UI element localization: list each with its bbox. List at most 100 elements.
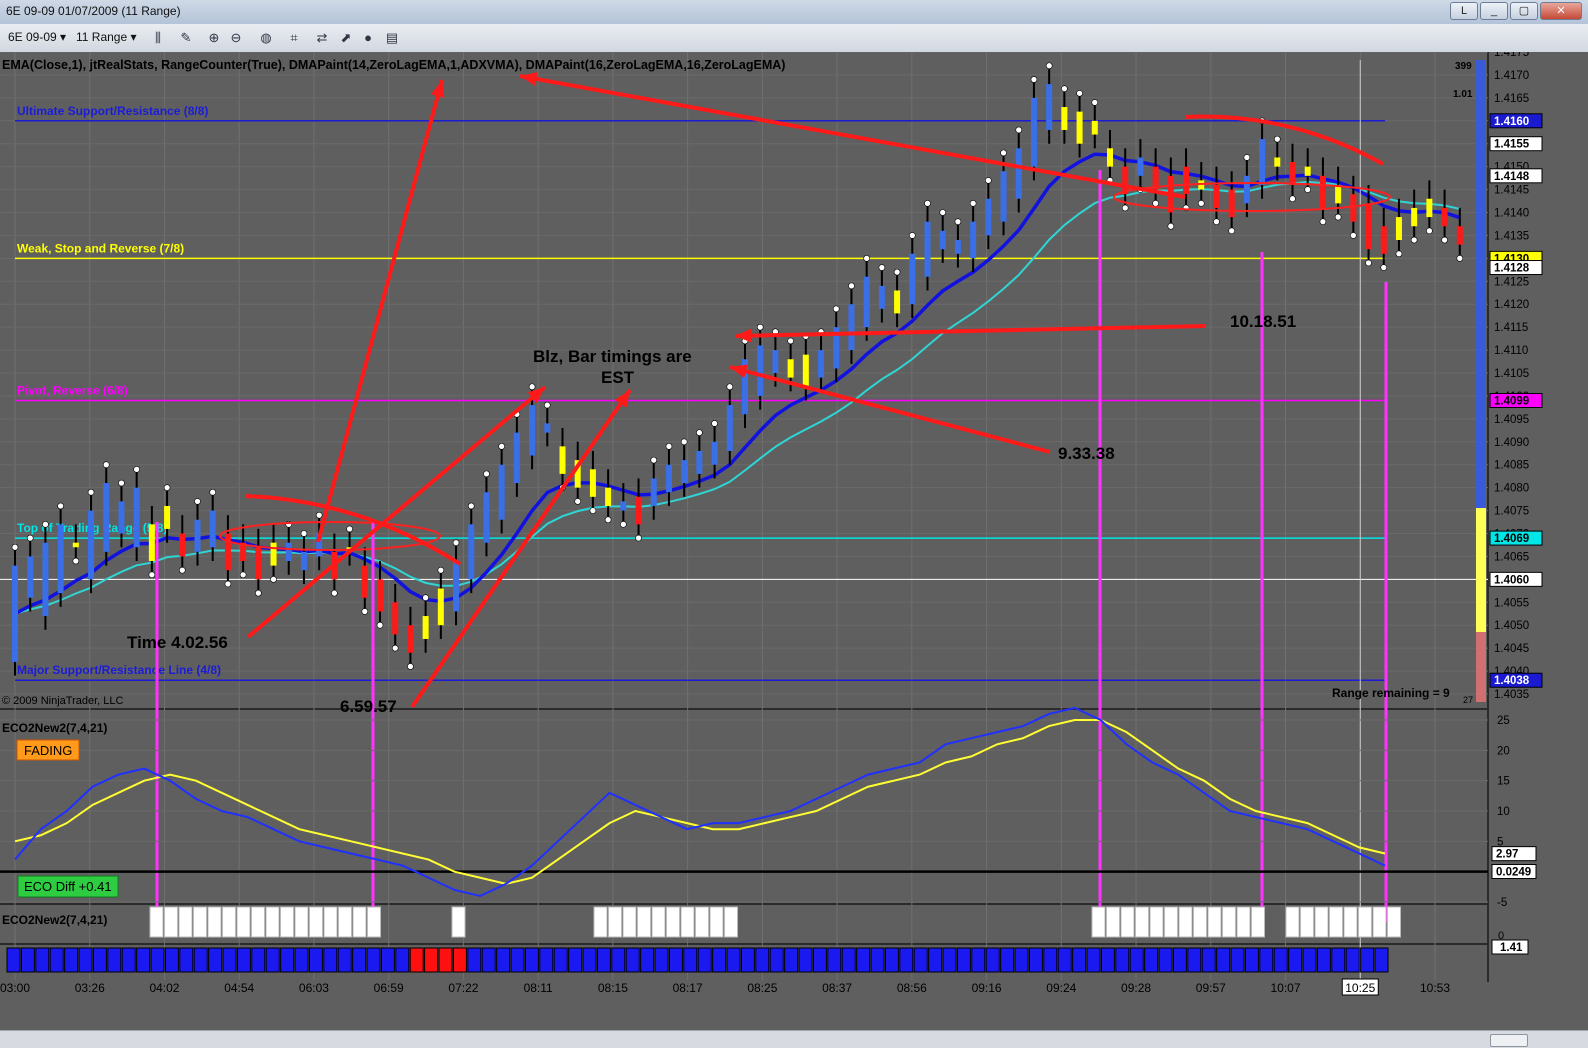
signal-box <box>1251 906 1265 938</box>
trend-strip-cell <box>323 947 338 973</box>
signal-box <box>280 906 294 938</box>
trend-strip-cell <box>683 947 698 973</box>
range-dot <box>498 443 505 450</box>
trend-strip-cell <box>870 947 885 973</box>
x-tick-label: 10:07 <box>1271 981 1301 995</box>
range-dot <box>1334 213 1342 221</box>
signal-box <box>207 906 222 938</box>
signal-box <box>637 906 651 938</box>
chart-canvas[interactable]: Ultimate Support/Resistance (8/8) Weak, S… <box>0 52 1588 1030</box>
signal-box <box>724 906 738 938</box>
data-box-icon[interactable]: ▤ <box>384 30 400 46</box>
price-flag-label: 1.4038 <box>1494 675 1530 687</box>
trend-strip-cell <box>1129 947 1144 973</box>
x-tick-label: 09:57 <box>1196 981 1226 995</box>
horizontal-scrollbar[interactable] <box>0 1030 1588 1048</box>
trend-strip-cell <box>697 947 712 973</box>
range-dot <box>1015 126 1023 134</box>
range-dot <box>726 383 734 391</box>
signal-box <box>1149 906 1164 938</box>
trend-strip-cell <box>107 947 122 973</box>
indicator-icon[interactable]: ⬈ <box>338 30 354 46</box>
trend-strip-cell <box>265 947 280 973</box>
trend-strip-cell <box>985 947 1000 973</box>
trend-strip-cell <box>1028 947 1043 973</box>
x-tick-label: 08:11 <box>524 981 553 995</box>
range-dot <box>178 566 186 574</box>
trend-strip-cell <box>798 947 813 973</box>
corner-count-top: 399 <box>1455 61 1472 72</box>
price-bar <box>437 588 444 626</box>
range-dot <box>650 456 658 464</box>
price-bar <box>103 483 110 552</box>
crosshair-icon[interactable]: ⌗ <box>286 30 302 46</box>
signal-box <box>451 906 466 938</box>
price-bar <box>1289 162 1296 185</box>
copyright-text: © 2009 NinjaTrader, LLC <box>2 695 123 707</box>
price-tick-label: 1.4170 <box>1494 70 1529 82</box>
trend-strip-cell <box>1172 947 1187 973</box>
price-flag-label: 1.4148 <box>1494 171 1530 183</box>
minimize-button[interactable]: _ <box>1480 2 1508 20</box>
strategy-icon[interactable]: ⇄ <box>314 30 330 46</box>
link-button[interactable]: L <box>1450 2 1478 20</box>
price-bar <box>300 551 307 571</box>
price-tick-label: 1.4055 <box>1494 597 1529 609</box>
trend-strip-cell <box>236 947 251 973</box>
trend-strip-cell <box>510 947 525 973</box>
signal-box <box>608 906 622 938</box>
signal-box <box>1358 906 1372 938</box>
close-button[interactable]: ✕ <box>1540 2 1582 20</box>
trend-strip-cell <box>251 947 266 973</box>
instrument-selector[interactable]: 6E 09-09 ▾ <box>8 30 66 44</box>
price-bar <box>194 519 201 552</box>
price-tick-label: 1.4065 <box>1494 551 1529 563</box>
price-bar <box>498 464 505 520</box>
trend-strip-cell <box>726 947 741 973</box>
bars-type-icon[interactable]: ⫼ <box>150 30 166 46</box>
range-dot <box>1228 227 1235 235</box>
price-tick-label: 1.4125 <box>1494 276 1529 288</box>
signal-box <box>164 906 178 938</box>
trend-strip-cell <box>366 947 381 973</box>
zoom-in-icon[interactable]: ⊕ <box>206 30 222 46</box>
level-label: Pivot, Reverse (6/8) <box>17 384 128 398</box>
range-dot <box>574 498 582 505</box>
trend-strip-cell <box>524 947 539 973</box>
chart-toolbar: 6E 09-09 ▾ 11 Range ▾ ⫼ ✎ ⊕ ⊖ ◍ ⌗ ⇄ ⬈ ● … <box>0 24 1588 53</box>
signal-box <box>1387 906 1401 938</box>
range-dot <box>1243 154 1251 161</box>
price-bar <box>711 441 718 465</box>
strength-strip-blue <box>1476 60 1486 508</box>
scroll-thumb[interactable] <box>1490 1034 1528 1047</box>
price-tick-label: 1.4080 <box>1494 483 1529 495</box>
price-tick-label: 1.4035 <box>1494 689 1529 701</box>
range-dot <box>148 571 156 579</box>
range-dot <box>635 534 642 542</box>
trend-strip-cell <box>1057 947 1072 973</box>
price-bar <box>848 304 855 351</box>
signal-box <box>622 906 637 938</box>
range-dot <box>1304 186 1312 193</box>
trend-strip-cell <box>208 947 223 973</box>
trend-strip-cell <box>92 947 107 973</box>
price-bar <box>164 505 171 529</box>
pencil-icon[interactable]: ✎ <box>178 30 194 46</box>
corner-count-bottom: 27 <box>1463 695 1473 705</box>
level-label: Ultimate Support/Resistance (8/8) <box>17 104 208 118</box>
maximize-button[interactable]: ▢ <box>1510 2 1538 20</box>
coin-icon[interactable]: ● <box>360 30 376 46</box>
zoom-out-icon[interactable]: ⊖ <box>228 30 244 46</box>
trend-strip-cell <box>337 947 352 973</box>
range-dot <box>133 465 140 473</box>
trend-strip-cell <box>409 947 424 973</box>
globe-icon[interactable]: ◍ <box>258 30 274 46</box>
interval-selector[interactable]: 11 Range ▾ <box>76 30 137 44</box>
trend-strip-cell <box>1360 947 1375 973</box>
signal-box <box>1135 906 1149 938</box>
price-bar <box>1015 148 1022 199</box>
range-dot <box>194 498 201 505</box>
range-dot <box>1061 85 1068 92</box>
trend-strip-cell <box>1100 947 1115 973</box>
trend-strip-cell <box>942 947 957 973</box>
